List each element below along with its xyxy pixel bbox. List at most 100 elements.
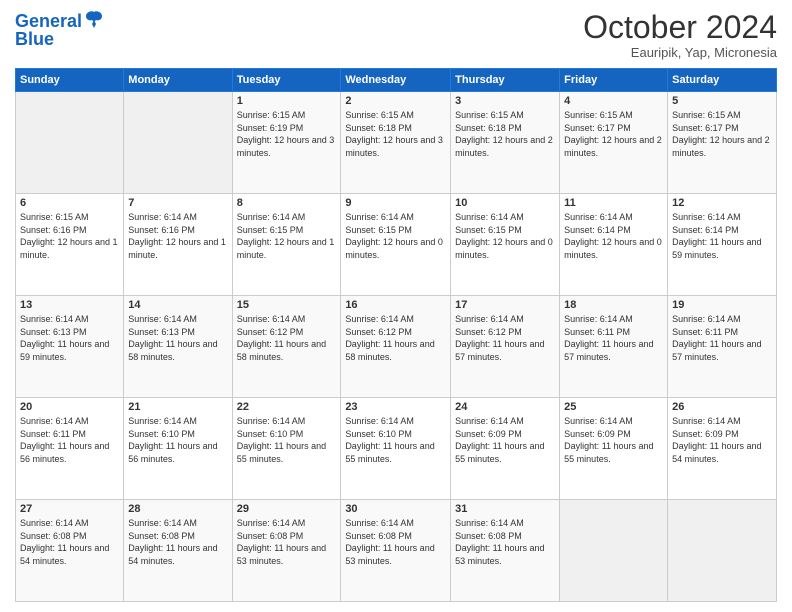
sunset-text: Sunset: 6:08 PM (345, 530, 446, 543)
table-row: 6 Sunrise: 6:15 AM Sunset: 6:16 PM Dayli… (16, 194, 124, 296)
daylight-text: Daylight: 11 hours and 58 minutes. (345, 338, 446, 363)
sunset-text: Sunset: 6:15 PM (345, 224, 446, 237)
table-row: 23 Sunrise: 6:14 AM Sunset: 6:10 PM Dayl… (341, 398, 451, 500)
page: General Blue October 2024 Eauripik, Yap,… (0, 0, 792, 612)
day-number: 5 (672, 95, 772, 107)
table-row: 8 Sunrise: 6:14 AM Sunset: 6:15 PM Dayli… (232, 194, 341, 296)
sunrise-text: Sunrise: 6:14 AM (564, 415, 663, 428)
sunset-text: Sunset: 6:14 PM (672, 224, 772, 237)
day-info: Sunrise: 6:15 AM Sunset: 6:18 PM Dayligh… (455, 109, 555, 159)
sunrise-text: Sunrise: 6:14 AM (672, 211, 772, 224)
day-number: 7 (128, 197, 227, 209)
daylight-text: Daylight: 11 hours and 55 minutes. (455, 440, 555, 465)
sunrise-text: Sunrise: 6:14 AM (20, 517, 119, 530)
sunset-text: Sunset: 6:08 PM (20, 530, 119, 543)
sunrise-text: Sunrise: 6:14 AM (455, 415, 555, 428)
daylight-text: Daylight: 11 hours and 55 minutes. (237, 440, 337, 465)
day-info: Sunrise: 6:14 AM Sunset: 6:10 PM Dayligh… (128, 415, 227, 465)
sunset-text: Sunset: 6:11 PM (564, 326, 663, 339)
calendar-table: Sunday Monday Tuesday Wednesday Thursday… (15, 68, 777, 602)
daylight-text: Daylight: 11 hours and 57 minutes. (564, 338, 663, 363)
daylight-text: Daylight: 11 hours and 57 minutes. (455, 338, 555, 363)
daylight-text: Daylight: 12 hours and 1 minute. (237, 236, 337, 261)
daylight-text: Daylight: 11 hours and 54 minutes. (672, 440, 772, 465)
table-row: 7 Sunrise: 6:14 AM Sunset: 6:16 PM Dayli… (124, 194, 232, 296)
sunset-text: Sunset: 6:13 PM (20, 326, 119, 339)
day-info: Sunrise: 6:14 AM Sunset: 6:13 PM Dayligh… (20, 313, 119, 363)
day-number: 19 (672, 299, 772, 311)
day-number: 8 (237, 197, 337, 209)
day-info: Sunrise: 6:15 AM Sunset: 6:19 PM Dayligh… (237, 109, 337, 159)
sunset-text: Sunset: 6:13 PM (128, 326, 227, 339)
table-row: 18 Sunrise: 6:14 AM Sunset: 6:11 PM Dayl… (560, 296, 668, 398)
day-info: Sunrise: 6:14 AM Sunset: 6:16 PM Dayligh… (128, 211, 227, 261)
sunset-text: Sunset: 6:12 PM (455, 326, 555, 339)
col-wednesday: Wednesday (341, 69, 451, 92)
day-info: Sunrise: 6:14 AM Sunset: 6:13 PM Dayligh… (128, 313, 227, 363)
calendar-week-row: 1 Sunrise: 6:15 AM Sunset: 6:19 PM Dayli… (16, 92, 777, 194)
day-info: Sunrise: 6:14 AM Sunset: 6:12 PM Dayligh… (237, 313, 337, 363)
day-number: 27 (20, 503, 119, 515)
day-number: 6 (20, 197, 119, 209)
sunset-text: Sunset: 6:16 PM (20, 224, 119, 237)
sunset-text: Sunset: 6:10 PM (345, 428, 446, 441)
sunset-text: Sunset: 6:09 PM (564, 428, 663, 441)
sunset-text: Sunset: 6:18 PM (345, 122, 446, 135)
sunrise-text: Sunrise: 6:14 AM (455, 517, 555, 530)
sunrise-text: Sunrise: 6:14 AM (237, 517, 337, 530)
sunset-text: Sunset: 6:17 PM (672, 122, 772, 135)
table-row: 11 Sunrise: 6:14 AM Sunset: 6:14 PM Dayl… (560, 194, 668, 296)
day-info: Sunrise: 6:14 AM Sunset: 6:10 PM Dayligh… (345, 415, 446, 465)
table-row: 1 Sunrise: 6:15 AM Sunset: 6:19 PM Dayli… (232, 92, 341, 194)
calendar-week-row: 6 Sunrise: 6:15 AM Sunset: 6:16 PM Dayli… (16, 194, 777, 296)
day-number: 16 (345, 299, 446, 311)
day-info: Sunrise: 6:14 AM Sunset: 6:08 PM Dayligh… (237, 517, 337, 567)
day-number: 31 (455, 503, 555, 515)
day-number: 10 (455, 197, 555, 209)
table-row: 13 Sunrise: 6:14 AM Sunset: 6:13 PM Dayl… (16, 296, 124, 398)
sunset-text: Sunset: 6:19 PM (237, 122, 337, 135)
sunrise-text: Sunrise: 6:14 AM (128, 415, 227, 428)
day-info: Sunrise: 6:14 AM Sunset: 6:14 PM Dayligh… (672, 211, 772, 261)
day-info: Sunrise: 6:15 AM Sunset: 6:17 PM Dayligh… (672, 109, 772, 159)
table-row: 21 Sunrise: 6:14 AM Sunset: 6:10 PM Dayl… (124, 398, 232, 500)
daylight-text: Daylight: 12 hours and 2 minutes. (455, 134, 555, 159)
day-number: 26 (672, 401, 772, 413)
calendar-week-row: 13 Sunrise: 6:14 AM Sunset: 6:13 PM Dayl… (16, 296, 777, 398)
daylight-text: Daylight: 11 hours and 53 minutes. (455, 542, 555, 567)
sunset-text: Sunset: 6:09 PM (455, 428, 555, 441)
day-number: 17 (455, 299, 555, 311)
day-info: Sunrise: 6:14 AM Sunset: 6:12 PM Dayligh… (345, 313, 446, 363)
daylight-text: Daylight: 11 hours and 54 minutes. (20, 542, 119, 567)
daylight-text: Daylight: 12 hours and 0 minutes. (455, 236, 555, 261)
daylight-text: Daylight: 12 hours and 3 minutes. (237, 134, 337, 159)
table-row: 20 Sunrise: 6:14 AM Sunset: 6:11 PM Dayl… (16, 398, 124, 500)
sunset-text: Sunset: 6:11 PM (672, 326, 772, 339)
day-info: Sunrise: 6:14 AM Sunset: 6:11 PM Dayligh… (20, 415, 119, 465)
day-info: Sunrise: 6:14 AM Sunset: 6:15 PM Dayligh… (237, 211, 337, 261)
col-monday: Monday (124, 69, 232, 92)
sunrise-text: Sunrise: 6:14 AM (20, 313, 119, 326)
table-row: 27 Sunrise: 6:14 AM Sunset: 6:08 PM Dayl… (16, 500, 124, 602)
daylight-text: Daylight: 11 hours and 53 minutes. (345, 542, 446, 567)
sunrise-text: Sunrise: 6:15 AM (237, 109, 337, 122)
daylight-text: Daylight: 12 hours and 1 minute. (128, 236, 227, 261)
sunset-text: Sunset: 6:12 PM (237, 326, 337, 339)
day-number: 28 (128, 503, 227, 515)
col-sunday: Sunday (16, 69, 124, 92)
logo-bird-icon (84, 10, 104, 34)
day-number: 2 (345, 95, 446, 107)
table-row: 25 Sunrise: 6:14 AM Sunset: 6:09 PM Dayl… (560, 398, 668, 500)
day-info: Sunrise: 6:15 AM Sunset: 6:17 PM Dayligh… (564, 109, 663, 159)
day-number: 14 (128, 299, 227, 311)
day-info: Sunrise: 6:14 AM Sunset: 6:08 PM Dayligh… (455, 517, 555, 567)
table-row: 5 Sunrise: 6:15 AM Sunset: 6:17 PM Dayli… (668, 92, 777, 194)
sunrise-text: Sunrise: 6:14 AM (345, 313, 446, 326)
table-row: 16 Sunrise: 6:14 AM Sunset: 6:12 PM Dayl… (341, 296, 451, 398)
day-info: Sunrise: 6:14 AM Sunset: 6:11 PM Dayligh… (564, 313, 663, 363)
col-saturday: Saturday (668, 69, 777, 92)
day-number: 18 (564, 299, 663, 311)
daylight-text: Daylight: 11 hours and 55 minutes. (345, 440, 446, 465)
table-row: 29 Sunrise: 6:14 AM Sunset: 6:08 PM Dayl… (232, 500, 341, 602)
day-info: Sunrise: 6:14 AM Sunset: 6:08 PM Dayligh… (345, 517, 446, 567)
